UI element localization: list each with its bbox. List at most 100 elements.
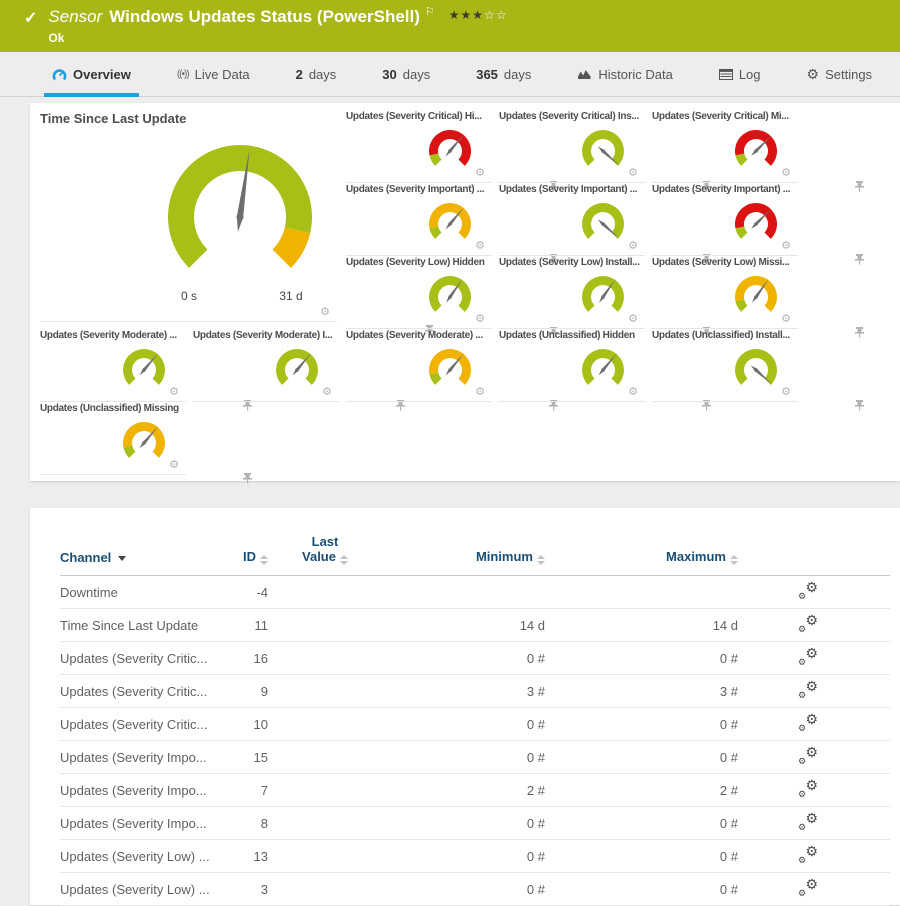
mini-gauge-title: Updates (Unclassified) Missing [40,403,186,414]
flag-icon[interactable]: ⚐ [425,5,435,18]
minimum-cell: 0 # [382,873,545,906]
sensor-kind-label: Sensor [48,7,102,27]
table-row: Updates (Severity Impo...72 #2 #⚙⚙ [60,774,890,807]
gear-icon[interactable]: ⚙ [169,460,179,471]
channel-name-cell[interactable]: Updates (Severity Impo... [60,807,230,840]
channel-settings-icon[interactable]: ⚙⚙ [798,879,818,897]
gear-icon[interactable]: ⚙ [781,241,791,252]
tab-days[interactable]: 30days [374,52,438,96]
last-value-cell [268,741,382,774]
gear-icon[interactable]: ⚙ [628,314,638,325]
gear-icon[interactable]: ⚙ [475,241,485,252]
gear-icon[interactable]: ⚙ [628,241,638,252]
column-header-settings [738,508,890,576]
gear-icon[interactable]: ⚙ [320,307,330,318]
last-value-cell [268,576,382,609]
channel-name-cell[interactable]: Time Since Last Update [60,609,230,642]
mini-gauge [573,270,633,320]
gear-icon[interactable]: ⚙ [781,314,791,325]
gauge-min-label: 0 s [169,289,209,303]
mini-gauge-tile[interactable]: Updates (Severity Moderate) I...⚙ [193,330,339,402]
channel-name-cell[interactable]: Updates (Severity Impo... [60,741,230,774]
channel-settings-icon[interactable]: ⚙⚙ [798,681,818,699]
channel-name-cell[interactable]: Updates (Severity Critic... [60,642,230,675]
mini-gauge [420,197,480,247]
star-filled-icon[interactable]: ★ [461,8,473,22]
mini-gauge-tile[interactable]: Updates (Unclassified) Missing ⚙ [40,403,186,475]
gear-icon[interactable]: ⚙ [169,387,179,398]
tab-live-data[interactable]: ((•))Live Data [169,52,258,96]
gear-icon[interactable]: ⚙ [475,387,485,398]
mini-gauge-tile[interactable]: Updates (Severity Low) Install... ⚙ [499,257,645,329]
gear-icon[interactable]: ⚙ [628,387,638,398]
gear-icon[interactable]: ⚙ [322,387,332,398]
table-row: Updates (Severity Low) ...130 #0 #⚙⚙ [60,840,890,873]
mini-gauge-tile[interactable]: Updates (Unclassified) Hidden⚙ [499,330,645,402]
tab-days[interactable]: 2days [288,52,345,96]
star-empty-icon[interactable]: ☆ [496,8,508,22]
channel-id-cell: 9 [230,675,268,708]
channel-settings-icon[interactable]: ⚙⚙ [798,747,818,765]
mini-gauge-tile[interactable]: Updates (Severity Important) ...⚙ [652,184,798,256]
gear-icon[interactable]: ⚙ [628,168,638,179]
column-header-channel[interactable]: Channel [60,508,230,576]
gauge-tile-time-since-last-update[interactable]: Time Since Last Update 0 s 31 d ⚙ [40,111,337,322]
tab-historic-data[interactable]: Historic Data [569,52,680,96]
channel-settings-icon[interactable]: ⚙⚙ [798,714,818,732]
mini-gauge-tile[interactable]: Updates (Severity Moderate) ...⚙ [346,330,492,402]
tab-log[interactable]: Log [711,52,769,96]
channel-id-cell: 16 [230,642,268,675]
mini-gauge-tile[interactable]: Updates (Severity Low) Missi... ⚙ [652,257,798,329]
tab-settings[interactable]: ⚙Settings [799,52,881,96]
gear-icon[interactable]: ⚙ [475,314,485,325]
mini-gauge [726,197,786,247]
mini-gauge-tile[interactable]: Updates (Severity Critical) Ins...⚙ [499,111,645,183]
mini-gauge-tile[interactable]: Updates (Severity Moderate) ...⚙ [40,330,186,402]
tab-days[interactable]: 365days [468,52,539,96]
gauge-title: Time Since Last Update [40,111,337,126]
mini-gauge-tile[interactable]: Updates (Severity Low) Hidden⚙ [346,257,492,329]
column-header-last-value[interactable]: Last Value [268,508,382,576]
tab-overview[interactable]: Overview [44,52,139,96]
priority-stars[interactable]: ★★★☆☆ [449,8,508,22]
column-header-minimum[interactable]: Minimum [382,508,545,576]
minimum-cell: 2 # [382,774,545,807]
column-header-maximum[interactable]: Maximum [545,508,738,576]
channel-name-cell[interactable]: Downtime [60,576,230,609]
mini-gauge-title: Updates (Unclassified) Install... [652,330,798,341]
last-value-header-line2: Value [302,549,336,564]
mini-gauge-tile[interactable]: Updates (Severity Important) ...⚙ [346,184,492,256]
mini-gauge-title: Updates (Severity Low) Missi... [652,257,798,268]
table-row: Downtime-4⚙⚙ [60,576,890,609]
channel-settings-icon[interactable]: ⚙⚙ [798,780,818,798]
gear-icon[interactable]: ⚙ [781,387,791,398]
channel-name-cell[interactable]: Updates (Severity Critic... [60,708,230,741]
mini-gauge-tile[interactable]: Updates (Unclassified) Install... ⚙ [652,330,798,402]
column-header-id[interactable]: ID [230,508,268,576]
channel-settings-icon[interactable]: ⚙⚙ [798,648,818,666]
channel-name-cell[interactable]: Updates (Severity Low) ... [60,873,230,906]
tab-label: days [309,67,336,82]
channel-name-cell[interactable]: Updates (Severity Impo... [60,774,230,807]
tab-label: Historic Data [598,67,672,82]
gear-icon[interactable]: ⚙ [781,168,791,179]
mini-gauge-tile[interactable]: Updates (Severity Critical) Hi...⚙ [346,111,492,183]
channel-id-cell: 7 [230,774,268,807]
channel-id-cell: 11 [230,609,268,642]
mini-gauge-tile[interactable]: Updates (Severity Critical) Mi...⚙ [652,111,798,183]
channel-settings-icon[interactable]: ⚙⚙ [798,846,818,864]
star-filled-icon[interactable]: ★ [472,8,484,22]
channel-settings-icon[interactable]: ⚙⚙ [798,615,818,633]
mini-gauge-title: Updates (Severity Low) Install... [499,257,645,268]
minimum-cell: 0 # [382,708,545,741]
mini-gauge-tile[interactable]: Updates (Severity Important) ...⚙ [499,184,645,256]
mini-gauge [573,197,633,247]
gear-icon[interactable]: ⚙ [475,168,485,179]
mini-gauge [114,416,174,466]
star-empty-icon[interactable]: ☆ [484,8,496,22]
channel-name-cell[interactable]: Updates (Severity Critic... [60,675,230,708]
channel-name-cell[interactable]: Updates (Severity Low) ... [60,840,230,873]
channel-settings-icon[interactable]: ⚙⚙ [798,582,818,600]
star-filled-icon[interactable]: ★ [449,8,461,22]
channel-settings-icon[interactable]: ⚙⚙ [798,813,818,831]
